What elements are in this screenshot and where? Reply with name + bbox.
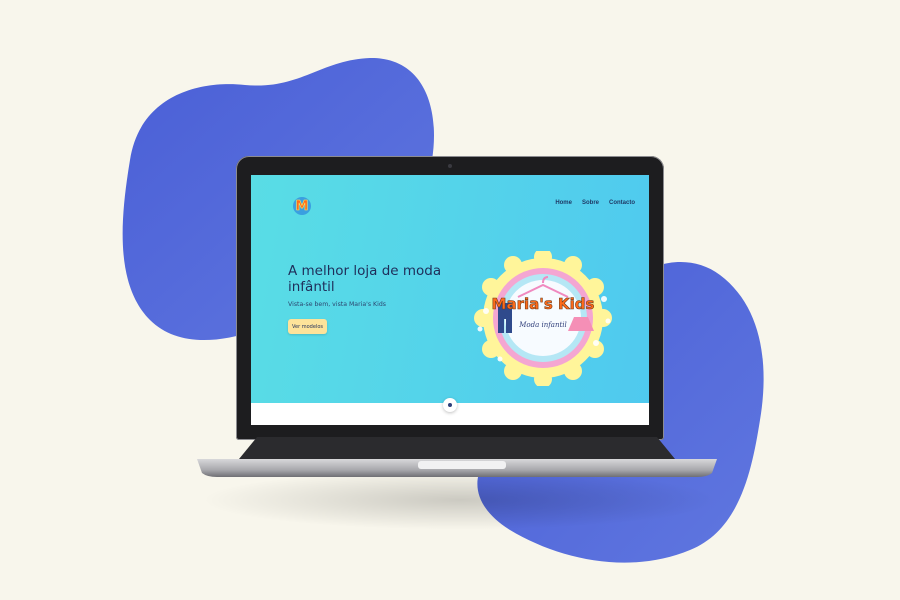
scroll-down-button[interactable] — [443, 398, 457, 412]
badge-center — [505, 280, 581, 356]
laptop-base — [197, 437, 717, 477]
badge-tagline-text: Moda infantil — [518, 321, 567, 329]
camera-icon — [448, 164, 452, 168]
ver-modelos-button[interactable]: Ver modelos — [288, 319, 327, 334]
site-logo[interactable]: M — [293, 197, 311, 215]
website-screen: M Home Sobre Contacto A melhor loja de m… — [251, 175, 649, 425]
laptop-shadow — [200, 470, 720, 530]
hero-title: A melhor loja de moda infântil — [288, 263, 442, 295]
trackpad-notch — [418, 461, 506, 469]
nav-link-sobre[interactable]: Sobre — [582, 200, 599, 206]
m-logo-icon: M — [295, 198, 309, 214]
nav-link-home[interactable]: Home — [555, 200, 572, 206]
laptop-lid: M Home Sobre Contacto A melhor loja de m… — [236, 156, 664, 440]
hero-subtitle: Vista-se bem, vista Maria's Kids — [288, 301, 386, 308]
marias-kids-badge: Maria's Kids Moda infantil — [474, 251, 612, 386]
badge-brand-text: Maria's Kids — [492, 295, 595, 313]
nav-link-contacto[interactable]: Contacto — [609, 200, 635, 206]
dot-circle-icon — [448, 403, 452, 407]
site-nav: Home Sobre Contacto — [555, 200, 635, 206]
keyboard-deck — [239, 437, 675, 459]
